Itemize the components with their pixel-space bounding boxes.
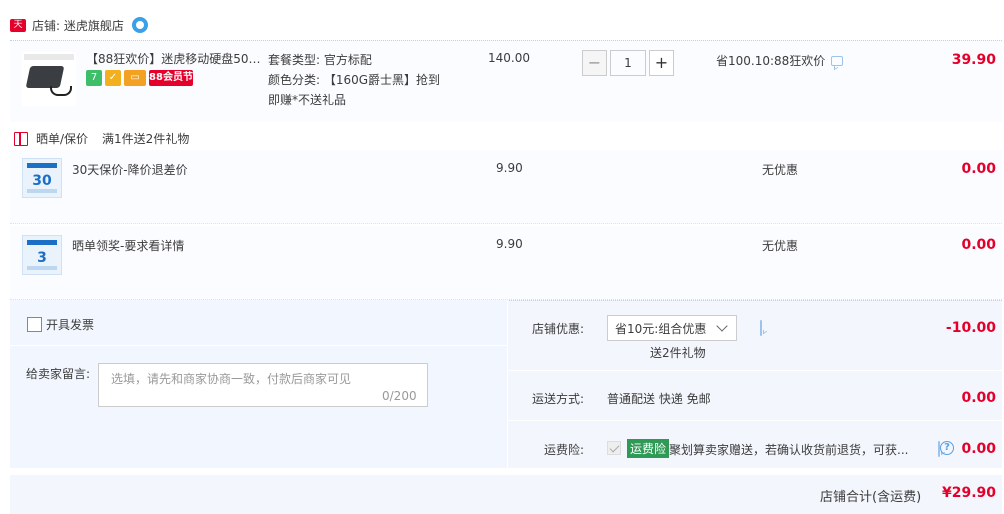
help-icon[interactable]: ?: [940, 441, 954, 455]
unit-price: 140.00: [488, 51, 530, 65]
shipping-method: 普通配送 快递 免邮: [607, 392, 711, 406]
service-name[interactable]: 晒单领奖-要求看详情: [72, 237, 184, 254]
gift-icon: [14, 131, 28, 146]
message-char-count: 0/200: [382, 389, 417, 403]
qty-plus-button[interactable]: +: [649, 50, 674, 76]
qty-input[interactable]: 1: [610, 50, 646, 76]
store-total-label: 店铺合计(含运费): [820, 490, 922, 505]
shop-discount-label: 店铺优惠:: [531, 322, 584, 336]
product-subtotal: 39.90: [951, 52, 996, 68]
divider: [10, 345, 507, 346]
sku-color: 颜色分类: 【160G爵士黑】抢到: [268, 73, 441, 87]
service-total: 0.00: [961, 161, 996, 177]
sku-info: 套餐类型: 官方标配 颜色分类: 【160G爵士黑】抢到 即赚*不送礼品: [268, 50, 453, 110]
wangwang-chat-icon[interactable]: [131, 17, 148, 33]
shipping-label: 运送方式:: [531, 392, 584, 406]
services-header: 晒单/保价 满1件送2件礼物: [14, 130, 203, 147]
service-price: 9.90: [496, 161, 523, 175]
insurance-label: 运费险:: [543, 443, 584, 457]
invoice-checkbox[interactable]: [27, 317, 42, 332]
insurance-text: 聚划算卖家赠送，若确认收货前退货，可获...: [669, 443, 909, 457]
price-protect-icon: 30: [22, 158, 62, 198]
sku-type: 套餐类型: 官方标配: [268, 53, 372, 67]
gift-offer: 满1件送2件礼物: [102, 132, 190, 146]
shipping-amount: 0.00: [961, 390, 996, 406]
credit-card-icon: ▭: [124, 70, 146, 86]
promo-text: 省100.10:88狂欢价: [716, 54, 826, 68]
sku-color-note: 即赚*不送礼品: [268, 93, 347, 107]
discount-chat-icon[interactable]: [760, 320, 762, 336]
promo-chat-icon[interactable]: [831, 55, 844, 66]
shop-discount-selected: 省10元:组合优惠: [615, 321, 707, 336]
invoice-label: 开具发票: [46, 318, 95, 332]
services-label: 晒单/保价: [36, 132, 89, 146]
service-total: 0.00: [961, 237, 996, 253]
qty-minus-button[interactable]: −: [582, 50, 607, 76]
service-price: 9.90: [496, 237, 523, 251]
service-promo: 无优惠: [762, 239, 799, 253]
shop-discount-gift: 送2件礼物: [650, 346, 706, 360]
chevron-down-icon: [716, 320, 728, 332]
product-title-link[interactable]: 【88狂欢价】迷虎移动硬盘500...: [86, 50, 266, 67]
store-header: 天猫 店铺: 迷虎旗舰店: [10, 15, 148, 43]
store-name-link[interactable]: 店铺: 迷虎旗舰店: [32, 17, 124, 34]
divider: [507, 300, 508, 468]
product-thumbnail[interactable]: [22, 52, 76, 106]
divider: [507, 420, 1002, 421]
service-promo: 无优惠: [762, 163, 799, 177]
seven-day-return-icon: 7: [86, 70, 102, 86]
product-promo: 省100.10:88狂欢价: [716, 52, 844, 69]
message-placeholder: 选填，请先和商家协商一致，付款后商家可见: [111, 372, 352, 386]
message-label: 给卖家留言:: [26, 367, 91, 381]
invoice-option[interactable]: 开具发票: [27, 316, 94, 333]
product-badges: 7 ✓ ▭ 88会员节: [86, 70, 193, 86]
shop-discount-select[interactable]: 省10元:组合优惠: [607, 315, 737, 341]
shop-discount-amount: -10.00: [945, 320, 996, 336]
insurance-amount: 0.00: [961, 441, 996, 457]
review-reward-icon: 3: [22, 235, 62, 275]
service-name[interactable]: 30天保价-降价退差价: [72, 161, 188, 178]
store-total-amount: ¥29.90: [941, 485, 996, 501]
member-festival-badge: 88会员节: [149, 70, 193, 86]
insurance-tag: 运费险: [627, 439, 670, 458]
quantity-stepper: − 1 +: [582, 50, 674, 76]
insurance-checkbox: [607, 441, 621, 455]
tmall-badge: 天猫: [10, 18, 26, 43]
guarantee-icon: ✓: [105, 70, 121, 86]
divider: [507, 370, 1002, 371]
